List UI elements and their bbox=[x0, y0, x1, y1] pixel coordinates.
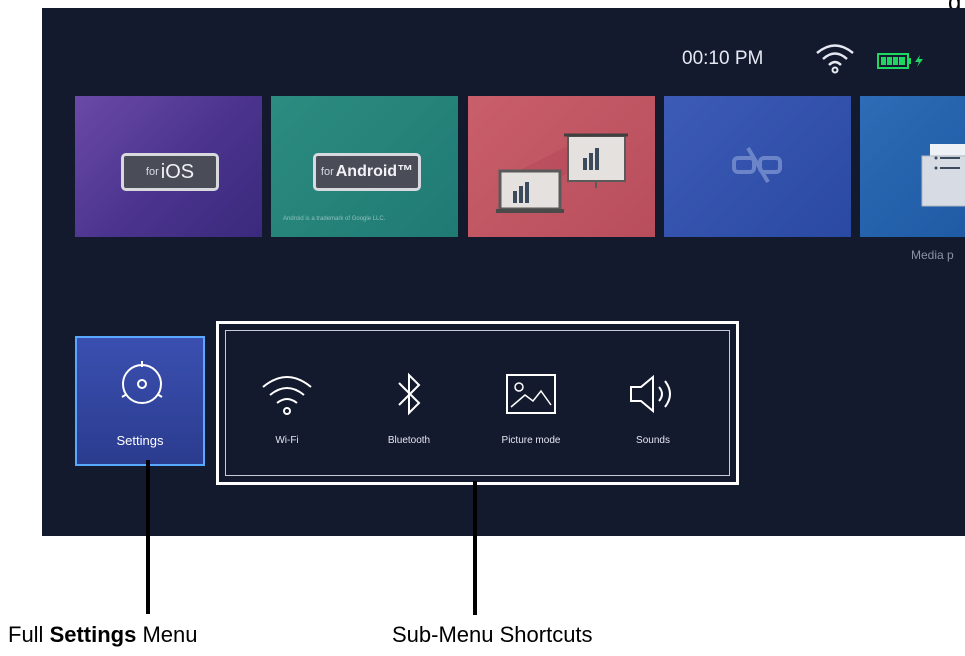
tile-android-mirroring[interactable]: for Android™ Android is a trademark of G… bbox=[271, 96, 458, 237]
settings-callout-bold: Settings bbox=[49, 622, 137, 647]
cast-off-icon bbox=[732, 146, 782, 184]
android-for-label: for bbox=[320, 166, 334, 178]
ios-for-label: for bbox=[145, 166, 159, 178]
settings-dial-icon bbox=[121, 361, 163, 404]
android-phone-icon: for Android™ bbox=[313, 153, 421, 191]
android-label: Android™ bbox=[335, 163, 414, 180]
picture-icon bbox=[506, 374, 556, 414]
tile-media-player[interactable] bbox=[860, 96, 965, 237]
tile-presentation[interactable] bbox=[468, 96, 655, 237]
shortcut-bluetooth[interactable]: Bluetooth bbox=[354, 371, 464, 471]
settings-button[interactable]: Settings bbox=[75, 336, 205, 466]
shortcuts-callout: Sub-Menu Shortcuts bbox=[392, 622, 593, 647]
submenu-shortcuts-row: Wi-Fi Bluetooth Picture mode Sounds bbox=[225, 330, 730, 476]
shortcut-wifi[interactable]: Wi-Fi bbox=[232, 371, 342, 471]
status-time: 00:10 PM bbox=[682, 48, 764, 69]
shortcut-sounds[interactable]: Sounds bbox=[598, 371, 708, 471]
presentation-icon bbox=[496, 133, 628, 213]
settings-callout-line bbox=[146, 460, 150, 614]
tile-ios-mirroring[interactable]: for iOS bbox=[75, 96, 262, 237]
shortcuts-callout-line bbox=[473, 481, 477, 615]
ios-label: iOS bbox=[160, 160, 195, 183]
media-player-caption: Media p bbox=[911, 248, 954, 262]
wifi-icon bbox=[816, 44, 854, 74]
ios-phone-icon: for iOS bbox=[121, 153, 219, 191]
shortcut-picture-mode[interactable]: Picture mode bbox=[476, 371, 586, 471]
settings-callout-suffix: Menu bbox=[136, 622, 198, 647]
settings-callout: Full Settings Menu bbox=[8, 622, 198, 648]
bluetooth-icon bbox=[398, 372, 421, 416]
shortcut-wifi-label: Wi-Fi bbox=[275, 435, 299, 446]
settings-label: Settings bbox=[116, 433, 164, 448]
battery-charging-icon bbox=[877, 53, 923, 69]
settings-callout-prefix: Full bbox=[8, 622, 50, 647]
shortcut-sounds-label: Sounds bbox=[636, 435, 670, 446]
trademark-note: Android is a trademark of Google LLC. bbox=[283, 216, 386, 222]
folder-icon bbox=[921, 144, 965, 207]
tile-cast[interactable] bbox=[664, 96, 851, 237]
speaker-icon bbox=[630, 374, 671, 414]
shortcut-bluetooth-label: Bluetooth bbox=[387, 435, 431, 446]
submenu-shortcuts-highlight: Wi-Fi Bluetooth Picture mode Sounds bbox=[216, 321, 739, 485]
wifi-icon bbox=[262, 376, 312, 415]
projector-home-screen: 00:10 PM for iOS for Android™ Android is… bbox=[42, 8, 965, 536]
shortcut-picture-mode-label: Picture mode bbox=[501, 435, 561, 446]
